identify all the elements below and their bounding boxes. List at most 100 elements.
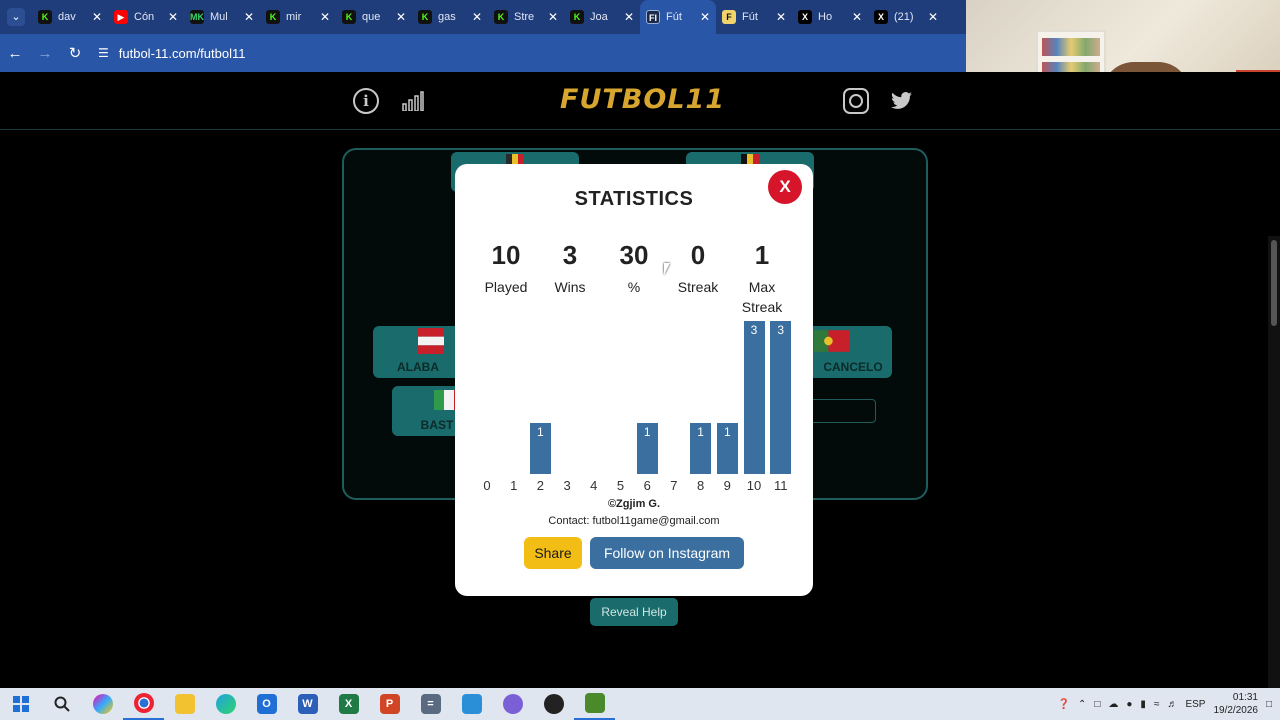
- help-icon[interactable]: ❓: [1057, 699, 1069, 710]
- tab-title: Ho: [818, 11, 833, 23]
- clock-date: 19/2/2026: [1213, 705, 1258, 716]
- chart-x-tick: 2: [536, 478, 544, 493]
- chart-x-tick: 0: [483, 478, 491, 493]
- close-tab-icon[interactable]: ✕: [776, 10, 786, 24]
- youtube-favicon-icon: ▶: [114, 10, 128, 24]
- info-icon[interactable]: i: [353, 88, 379, 114]
- tab-title: Mul: [210, 11, 228, 23]
- chart-bar: 1: [716, 423, 738, 474]
- kick-k-favicon-icon: K: [418, 10, 432, 24]
- close-tab-icon[interactable]: ✕: [472, 10, 482, 24]
- close-tab-icon[interactable]: ✕: [396, 10, 406, 24]
- contact-text: Contact: futbol11game@gmail.com: [548, 515, 720, 527]
- discord-icon[interactable]: [492, 688, 533, 720]
- tab-title: Fút: [742, 11, 758, 23]
- site-info-icon[interactable]: ☰: [98, 46, 109, 60]
- tab-search-button[interactable]: ⌄: [0, 0, 32, 34]
- reveal-help-button[interactable]: Reveal Help: [590, 598, 678, 626]
- close-tab-icon[interactable]: ✕: [548, 10, 558, 24]
- word-icon[interactable]: W: [287, 688, 328, 720]
- chart-x-tick: 7: [670, 478, 678, 493]
- close-tab-icon[interactable]: ✕: [320, 10, 330, 24]
- stat-wins-value: 3: [562, 240, 578, 270]
- browser-tab[interactable]: Kque ✕: [336, 0, 412, 34]
- stat-max-streak-value: 1: [754, 240, 770, 270]
- file-explorer-icon[interactable]: [164, 688, 205, 720]
- chart-x-tick: 9: [723, 478, 731, 493]
- close-button[interactable]: X: [768, 170, 802, 204]
- close-tab-icon[interactable]: ✕: [92, 10, 102, 24]
- stat-percent: 30 %: [604, 240, 664, 297]
- twitter-icon[interactable]: [889, 88, 915, 114]
- tab-list: Kdav ✕ ▶ Cón ✕ MK Mul ✕ Kmir ✕ Kque ✕ Kgas ✕ K Stre ✕ K Jo…: [32, 0, 944, 34]
- browser-tab[interactable]: X Ho ✕: [792, 0, 868, 34]
- stat-played: 10 Played: [476, 240, 536, 297]
- minecraft-icon[interactable]: [574, 688, 615, 720]
- battery-icon[interactable]: ▮: [1140, 699, 1146, 710]
- tab-strip: ⌄ Kdav ✕ ▶ Cón ✕ MK Mul ✕ Kmir ✕ Kque ✕ Kgas ✕ K Stre ✕ K…: [0, 0, 966, 34]
- browser-tab[interactable]: Kgas ✕: [412, 0, 488, 34]
- browser-tab[interactable]: Kmir ✕: [260, 0, 336, 34]
- futbol11-favicon-icon: FI: [646, 10, 660, 24]
- stat-max-streak-label: Max Streak: [741, 279, 783, 315]
- browser-tab[interactable]: X (21) ✕: [868, 0, 944, 34]
- browser-tab[interactable]: Kdav ✕: [32, 0, 108, 34]
- volume-icon[interactable]: ♬: [1167, 699, 1177, 710]
- browser-tab[interactable]: K Joa ✕: [564, 0, 640, 34]
- forward-arrow-icon[interactable]: →: [30, 45, 60, 62]
- portugal-flag-icon: [814, 330, 850, 352]
- close-tab-icon[interactable]: ✕: [624, 10, 634, 24]
- copilot-icon[interactable]: [82, 688, 123, 720]
- clock[interactable]: 01:31 19/2/2026: [1213, 691, 1258, 717]
- chevron-up-icon[interactable]: ⌃: [1078, 699, 1086, 710]
- browser-tab[interactable]: FI Fút ✕: [640, 0, 716, 34]
- tab-title: mir: [286, 11, 302, 23]
- browser-tab[interactable]: F Fút ✕: [716, 0, 792, 34]
- stat-max-streak: 1 Max Streak: [732, 240, 792, 317]
- browser-tab[interactable]: MK Mul ✕: [184, 0, 260, 34]
- search-icon[interactable]: [41, 688, 82, 720]
- austria-flag-icon: [418, 328, 444, 354]
- close-tab-icon[interactable]: ✕: [244, 10, 254, 24]
- excel-icon[interactable]: X: [328, 688, 369, 720]
- outlook-icon[interactable]: O: [246, 688, 287, 720]
- chrome-icon[interactable]: [123, 688, 164, 720]
- back-arrow-icon[interactable]: ←: [0, 45, 30, 62]
- close-tab-icon[interactable]: ✕: [700, 10, 710, 24]
- stat-played-value: 10: [491, 240, 521, 270]
- calculator-icon[interactable]: =: [410, 688, 451, 720]
- edge-icon[interactable]: [205, 688, 246, 720]
- close-tab-icon[interactable]: ✕: [928, 10, 938, 24]
- site-logo[interactable]: FUTBOL11: [560, 84, 724, 115]
- microphone-icon[interactable]: ●: [1126, 699, 1132, 710]
- tab-title: Stre: [514, 11, 535, 23]
- close-tab-icon[interactable]: ✕: [852, 10, 862, 24]
- share-button[interactable]: Share: [524, 537, 582, 569]
- instagram-icon[interactable]: [843, 88, 869, 114]
- photos-icon[interactable]: [451, 688, 492, 720]
- kick-k-favicon-icon: K: [342, 10, 356, 24]
- tab-title: que: [362, 11, 381, 23]
- language-indicator[interactable]: ESP: [1185, 699, 1205, 710]
- follow-instagram-button[interactable]: Follow on Instagram: [590, 537, 744, 569]
- powerpoint-icon[interactable]: P: [369, 688, 410, 720]
- url-field[interactable]: futbol-11.com/futbol11: [119, 46, 246, 61]
- windows-start-icon[interactable]: [0, 688, 41, 720]
- obs-icon[interactable]: [533, 688, 574, 720]
- browser-tab[interactable]: K Stre ✕: [488, 0, 564, 34]
- cloud-icon[interactable]: ☁: [1108, 699, 1118, 710]
- chart-bar: 1: [636, 423, 658, 474]
- notifications-icon[interactable]: □: [1266, 699, 1272, 710]
- system-tray: ❓ ⌃ □ ☁ ● ▮ ≈ ♬ ESP 01:31 19/2/2026 □: [1057, 688, 1280, 720]
- chart-bar: 3: [743, 321, 765, 474]
- network-icon[interactable]: □: [1094, 699, 1100, 710]
- reload-icon[interactable]: ↻: [60, 44, 90, 62]
- page-scrollbar[interactable]: [1268, 236, 1280, 688]
- wifi-icon[interactable]: ≈: [1154, 699, 1160, 710]
- scrollbar-thumb[interactable]: [1271, 240, 1277, 326]
- close-tab-icon[interactable]: ✕: [168, 10, 178, 24]
- stats-bars-icon[interactable]: [400, 88, 426, 114]
- kick-k-favicon-icon: K: [38, 10, 52, 24]
- clock-time: 01:31: [1232, 692, 1258, 703]
- browser-tab[interactable]: ▶ Cón ✕: [108, 0, 184, 34]
